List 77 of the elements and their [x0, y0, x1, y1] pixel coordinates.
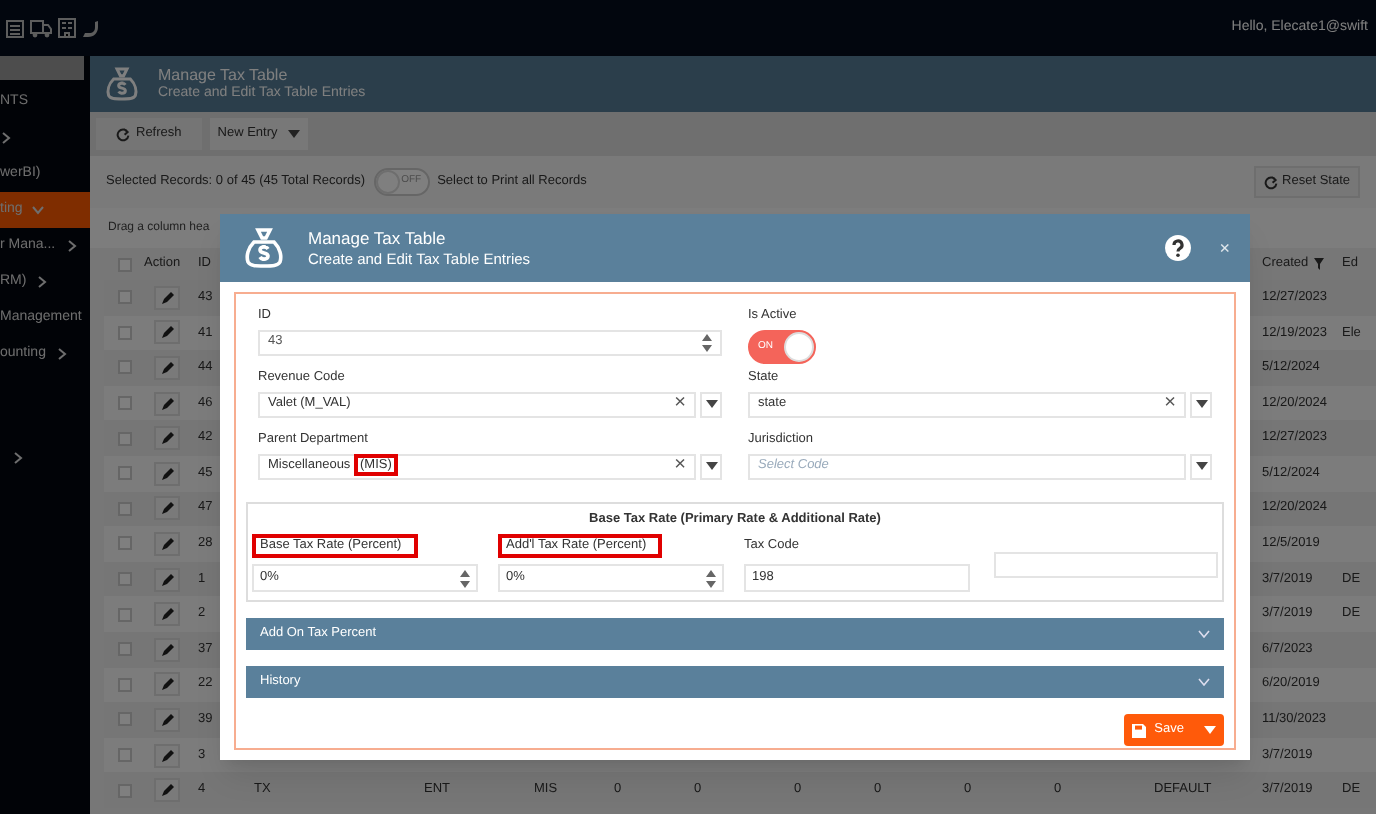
refresh-icon: [1264, 175, 1279, 189]
pencil-icon: [161, 573, 173, 586]
checkbox[interactable]: [117, 431, 131, 446]
truck-icon[interactable]: [30, 19, 52, 37]
caret-icon: [1195, 462, 1207, 471]
pencil-icon: [161, 326, 173, 339]
clear-icon[interactable]: ×: [674, 394, 686, 415]
caret-icon: [287, 130, 300, 138]
dropdown-button[interactable]: [1190, 453, 1212, 480]
pencil-icon: [161, 608, 173, 621]
phone-icon[interactable]: [82, 19, 100, 37]
checkbox[interactable]: [117, 501, 131, 516]
edit-button[interactable]: [154, 496, 180, 521]
checkbox[interactable]: [117, 712, 131, 727]
pencil-icon: [161, 502, 173, 515]
edit-button[interactable]: [154, 743, 180, 768]
checkbox[interactable]: [117, 257, 131, 271]
chevron-down-icon: [1198, 678, 1210, 687]
edit-button[interactable]: [154, 531, 180, 556]
caret-icon: [705, 400, 717, 409]
dialog-title: Manage Tax Table: [308, 228, 448, 250]
spinner-icon[interactable]: [706, 569, 716, 588]
pencil-icon: [161, 432, 173, 445]
edit-button[interactable]: [154, 461, 180, 486]
building-icon[interactable]: [58, 18, 76, 38]
pencil-icon: [161, 397, 173, 410]
spinner-icon[interactable]: [460, 569, 470, 588]
pencil-icon: [161, 537, 173, 550]
refresh-icon: [116, 127, 130, 141]
pencil-icon: [161, 678, 173, 691]
checkbox[interactable]: [117, 396, 131, 411]
money-bag-icon: [102, 64, 142, 104]
edit-button[interactable]: [154, 778, 180, 803]
pencil-icon: [161, 749, 173, 762]
help-icon[interactable]: [1163, 234, 1192, 262]
pencil-icon: [161, 713, 173, 726]
text-field[interactable]: [994, 552, 1218, 579]
checkbox[interactable]: [117, 783, 131, 798]
edit-button[interactable]: [154, 285, 180, 310]
pencil-icon: [161, 361, 173, 374]
checkbox[interactable]: [117, 748, 131, 763]
pencil-icon: [161, 467, 173, 480]
calendar-icon[interactable]: [6, 18, 24, 38]
checkbox[interactable]: [117, 677, 131, 692]
dropdown-button[interactable]: [700, 453, 722, 480]
caret-icon: [1195, 400, 1207, 409]
close-button[interactable]: ×: [1219, 239, 1230, 257]
edit-button[interactable]: [154, 707, 180, 732]
checkbox[interactable]: [117, 572, 131, 587]
dropdown-button[interactable]: [700, 391, 722, 418]
filter-icon[interactable]: [1314, 258, 1325, 270]
chevron-down-icon: [1198, 630, 1210, 639]
checkbox[interactable]: [117, 607, 131, 622]
page-title: Manage Tax Table: [158, 65, 290, 85]
edit-button[interactable]: [154, 602, 180, 627]
edit-button[interactable]: [154, 320, 180, 345]
pencil-icon: [161, 643, 173, 656]
money-bag-icon: [240, 224, 288, 272]
edit-button[interactable]: [154, 426, 180, 451]
checkbox[interactable]: [117, 325, 131, 340]
edit-button[interactable]: [154, 391, 180, 416]
checkbox[interactable]: [117, 536, 131, 551]
dropdown-button[interactable]: [1190, 391, 1212, 418]
edit-button[interactable]: [154, 567, 180, 592]
pencil-icon: [161, 784, 173, 797]
caret-icon: [705, 462, 717, 471]
checkbox[interactable]: [117, 466, 131, 481]
clear-icon[interactable]: ×: [1164, 394, 1176, 415]
clear-icon[interactable]: ×: [674, 456, 686, 477]
edit-button[interactable]: [154, 637, 180, 662]
checkbox[interactable]: [117, 642, 131, 657]
checkbox[interactable]: [117, 290, 131, 305]
edit-button[interactable]: [154, 355, 180, 380]
edit-button[interactable]: [154, 672, 180, 697]
pencil-icon: [161, 291, 173, 304]
checkbox[interactable]: [117, 360, 131, 375]
spinner-icon[interactable]: [702, 333, 712, 352]
